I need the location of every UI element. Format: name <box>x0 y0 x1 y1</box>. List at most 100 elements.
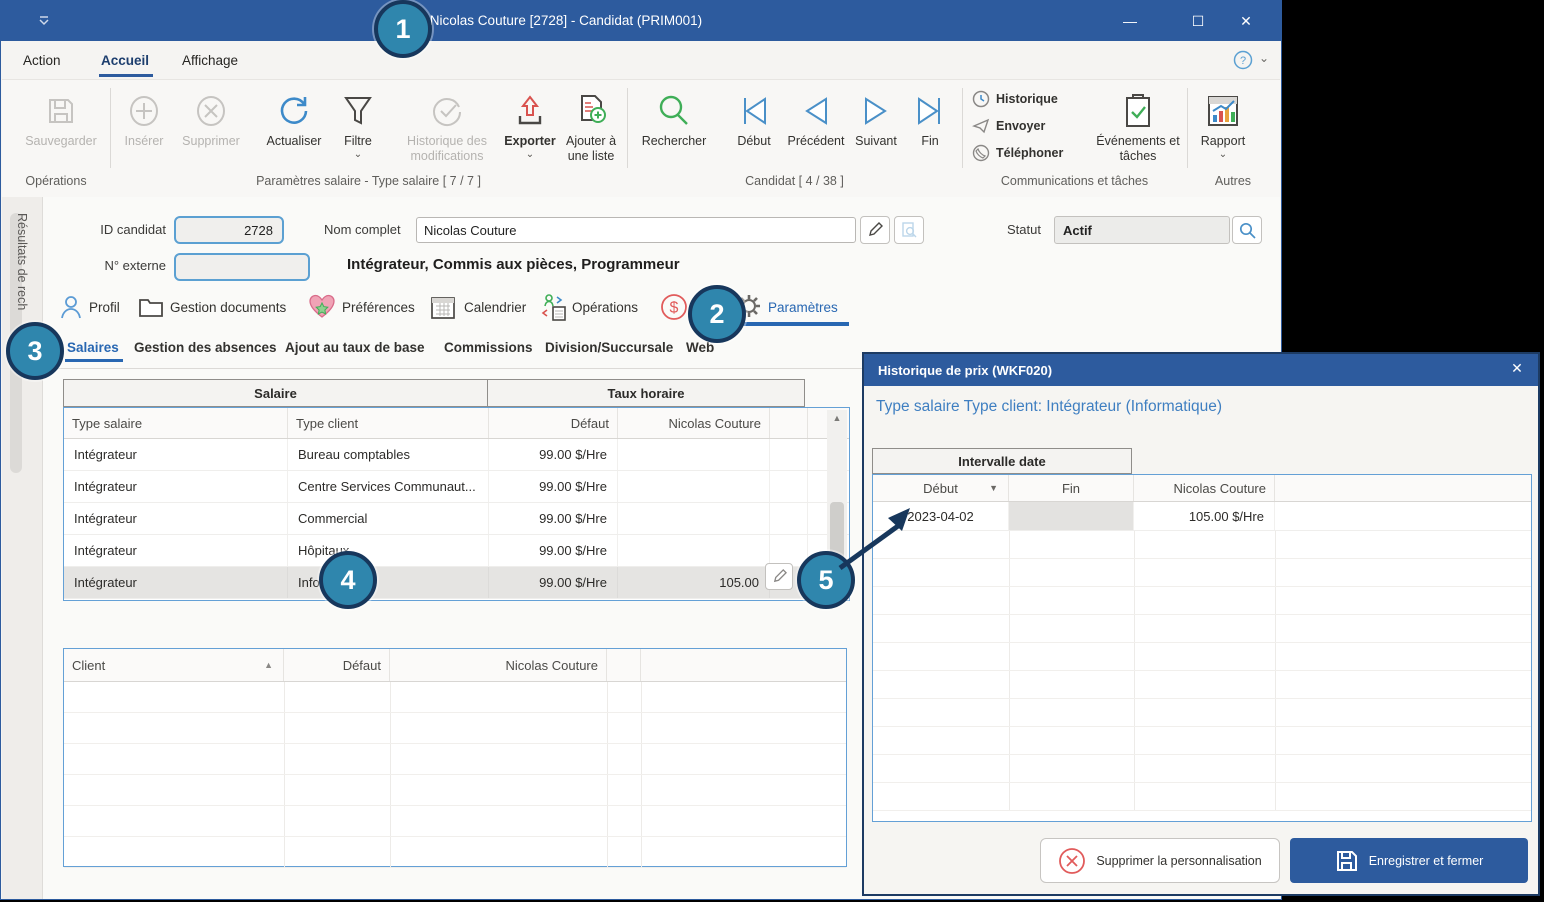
subtab-commissions[interactable]: Commissions <box>444 340 533 355</box>
save-button[interactable]: Sauvegarder <box>20 88 102 149</box>
dropdown-icon[interactable]: ▼ <box>989 483 998 493</box>
first-record-button[interactable]: Début <box>728 88 780 149</box>
table-row[interactable]: Intégrateur Centre Services Communaut...… <box>64 471 849 503</box>
next-icon <box>859 88 893 134</box>
document-plus-icon <box>574 88 608 134</box>
document-search-icon <box>901 222 917 238</box>
table-row[interactable]: Intégrateur Commercial 99.00 $/Hre <box>64 503 849 535</box>
column-header[interactable]: Type client <box>288 408 489 438</box>
help-icon[interactable]: ? <box>1233 50 1253 70</box>
search-icon <box>656 88 692 134</box>
minimize-button[interactable]: — <box>1111 8 1149 34</box>
preview-name-button[interactable] <box>894 216 924 244</box>
profile-icon <box>60 295 82 319</box>
tab-profil[interactable]: Profil <box>89 300 120 315</box>
filter-button[interactable]: Filtre ⌄ <box>334 88 382 160</box>
side-panel: Résultats de rech <box>2 197 43 899</box>
group-header-intervalle-date[interactable]: Intervalle date <box>872 448 1132 474</box>
maximize-button[interactable]: ☐ <box>1179 8 1217 34</box>
dialog-grid-header: Début ▼ Fin Nicolas Couture <box>873 475 1531 502</box>
tab-calendrier[interactable]: Calendrier <box>464 300 526 315</box>
candidate-roles: Intégrateur, Commis aux pièces, Programm… <box>347 256 680 273</box>
ribbon: Sauvegarder Opérations Insérer Supprimer <box>2 79 1280 199</box>
subtab-absences[interactable]: Gestion des absences <box>134 340 277 355</box>
column-header[interactable]: Défaut <box>489 408 618 438</box>
export-button[interactable]: Exporter ⌄ <box>500 88 560 160</box>
callout-2: 2 <box>688 285 746 343</box>
history-button[interactable]: Historique <box>972 90 1058 108</box>
history-modifications-button[interactable]: Historique des modifications <box>392 88 502 164</box>
scroll-up-icon[interactable]: ▲ <box>827 410 847 426</box>
table-row[interactable]: Intégrateur Informatique 99.00 $/Hre 105… <box>64 567 849 599</box>
operations-icon <box>540 293 568 321</box>
subtab-division[interactable]: Division/Succursale <box>545 340 673 355</box>
table-row[interactable]: 2023-04-02 105.00 $/Hre <box>873 502 1531 531</box>
menu-accueil[interactable]: Accueil <box>101 53 149 68</box>
column-header[interactable]: Nicolas Couture <box>390 649 607 681</box>
column-header[interactable]: Nicolas Couture <box>1134 475 1275 501</box>
edit-rate-button[interactable] <box>765 563 793 590</box>
search-button[interactable]: Rechercher <box>634 88 714 149</box>
magnifier-icon <box>1239 222 1256 239</box>
dialog-title: Historique de prix (WKF020) <box>864 363 1052 378</box>
id-candidat-field[interactable]: 2728 <box>174 216 284 244</box>
refresh-button[interactable]: Actualiser <box>254 88 334 149</box>
next-record-button[interactable]: Suivant <box>848 88 904 149</box>
report-button[interactable]: Rapport ⌄ <box>1190 88 1256 160</box>
group-label-autres: Autres <box>1187 174 1279 190</box>
ribbon-collapse-icon[interactable]: ⌄ <box>1259 51 1269 65</box>
phone-icon <box>972 144 990 162</box>
group-header-taux-horaire[interactable]: Taux horaire <box>487 379 805 407</box>
table-row[interactable]: Intégrateur Bureau comptables 99.00 $/Hr… <box>64 439 849 471</box>
tab-parametres[interactable]: Paramètres <box>768 300 838 315</box>
last-record-button[interactable]: Fin <box>906 88 954 149</box>
svg-text:$: $ <box>670 300 679 317</box>
subtab-salaires[interactable]: Salaires <box>67 340 119 355</box>
insert-button[interactable]: Insérer <box>116 88 172 149</box>
circle-plus-icon <box>127 88 161 134</box>
column-header[interactable]: Nicolas Couture <box>618 408 770 438</box>
events-tasks-button[interactable]: Événements et tâches <box>1094 88 1182 164</box>
tab-operations[interactable]: Opérations <box>572 300 638 315</box>
subtab-taux-base[interactable]: Ajout au taux de base <box>285 340 425 355</box>
edit-name-button[interactable] <box>860 216 890 244</box>
heart-star-icon <box>308 293 336 320</box>
save-close-button[interactable]: Enregistrer et fermer <box>1290 838 1528 883</box>
dialog-close-icon[interactable]: ✕ <box>1506 360 1528 380</box>
dialog-grid-body: 2023-04-02 105.00 $/Hre <box>873 502 1531 531</box>
menu-affichage[interactable]: Affichage <box>182 53 238 68</box>
previous-icon <box>799 88 833 134</box>
column-header[interactable]: Défaut <box>284 649 390 681</box>
group-label-communications: Communications et tâches <box>962 174 1187 190</box>
dialog-grid-empty <box>873 531 1531 811</box>
tab-preferences[interactable]: Préférences <box>342 300 415 315</box>
side-panel-tab[interactable]: Résultats de rech <box>15 213 29 310</box>
statut-field[interactable]: Actif <box>1054 216 1230 244</box>
remove-customization-button[interactable]: Supprimer la personnalisation <box>1040 838 1280 883</box>
table-row[interactable]: Intégrateur Hôpitaux 99.00 $/Hre <box>64 535 849 567</box>
externe-field[interactable] <box>174 253 310 281</box>
statut-search-button[interactable] <box>1232 216 1262 244</box>
column-header[interactable]: Début ▼ <box>873 475 1009 501</box>
group-header-salaire[interactable]: Salaire <box>63 379 488 407</box>
pencil-icon <box>772 569 787 584</box>
id-candidat-label: ID candidat <box>62 222 166 237</box>
menu-bar: Action Accueil Affichage ? ⌄ <box>1 41 1281 79</box>
previous-record-button[interactable]: Précédent <box>782 88 850 149</box>
column-header[interactable]: Client ▲ <box>64 649 284 681</box>
delete-button[interactable]: Supprimer <box>174 88 248 149</box>
column-header[interactable]: Fin <box>1009 475 1134 501</box>
close-button[interactable]: ✕ <box>1227 8 1265 34</box>
svg-text:?: ? <box>1240 55 1246 67</box>
quick-access-icon[interactable] <box>37 14 51 28</box>
calendar-icon <box>430 294 456 320</box>
dollar-icon[interactable]: $ <box>660 293 688 321</box>
add-to-list-button[interactable]: Ajouter à une liste <box>558 88 624 164</box>
column-header[interactable]: Type salaire <box>64 408 288 438</box>
nom-complet-field[interactable]: Nicolas Couture <box>416 217 856 243</box>
send-button[interactable]: Envoyer <box>972 117 1045 135</box>
menu-action[interactable]: Action <box>23 53 61 68</box>
callout-5-arrow <box>828 500 920 576</box>
phone-button[interactable]: Téléphoner <box>972 144 1063 162</box>
tab-gestion-documents[interactable]: Gestion documents <box>170 300 286 315</box>
